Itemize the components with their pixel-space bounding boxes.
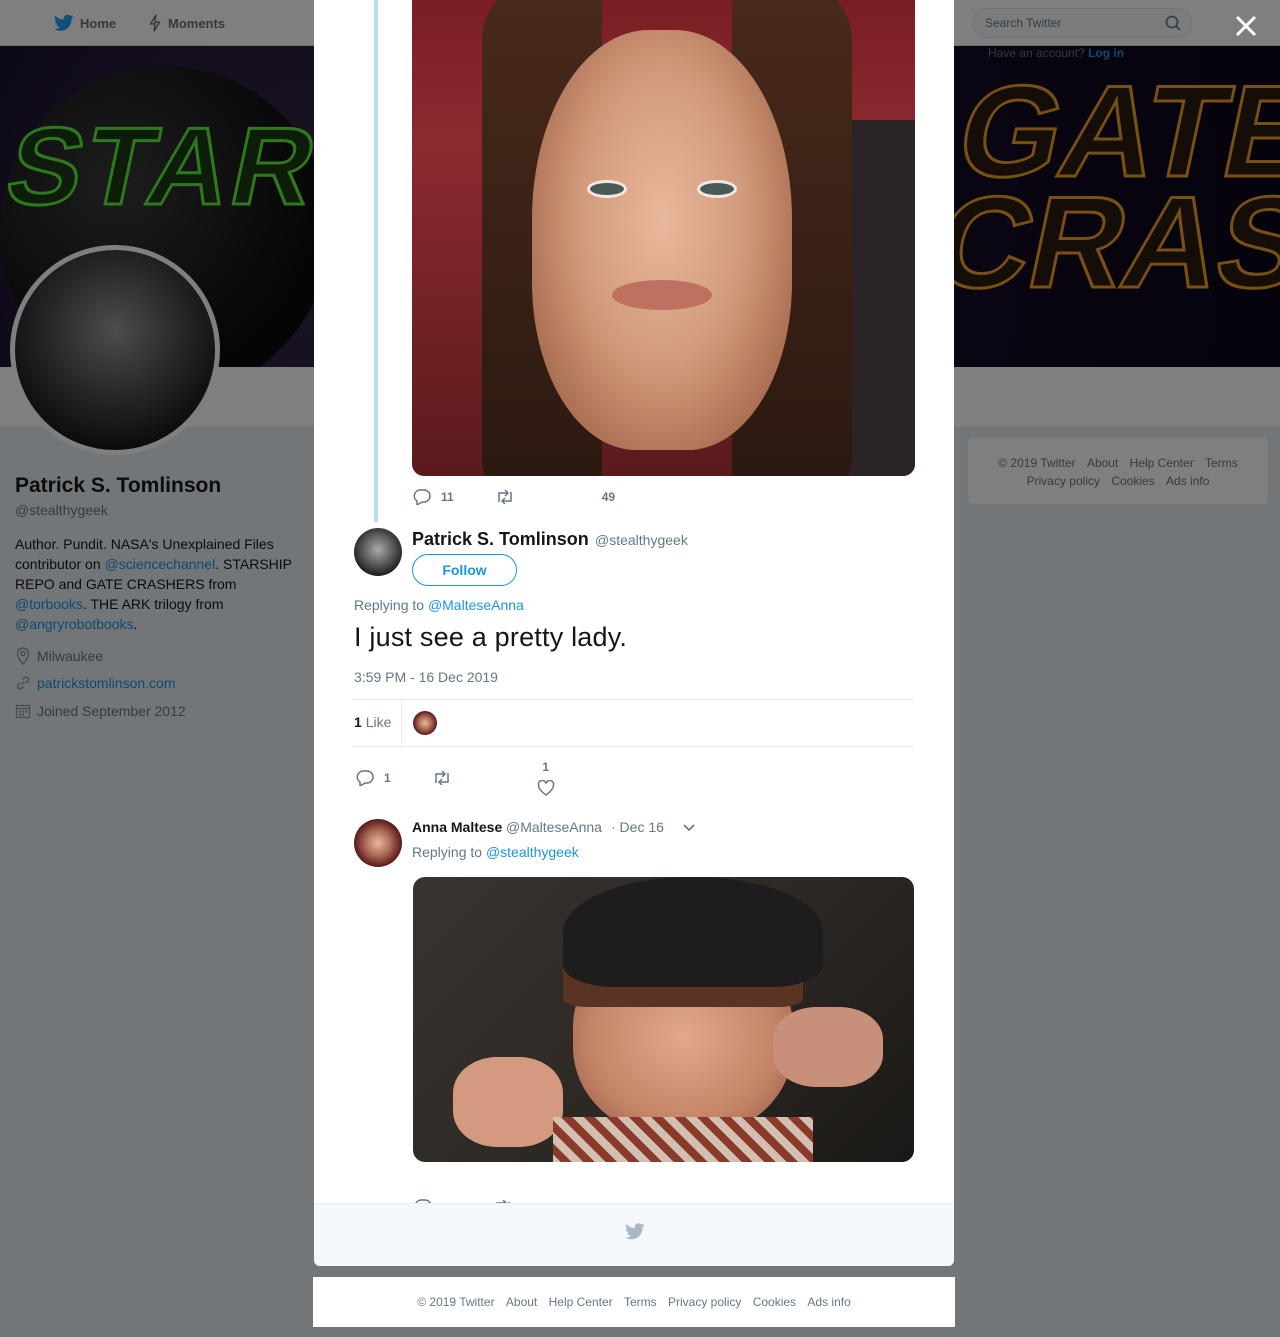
likes-number: 1 bbox=[354, 714, 362, 730]
reply-tweet-gif[interactable] bbox=[413, 877, 914, 1162]
reply-tweet-author-handle[interactable]: @MalteseAnna bbox=[506, 819, 602, 835]
reply-button[interactable]: 11 bbox=[413, 489, 454, 505]
parent-tweet-photo[interactable] bbox=[412, 0, 915, 476]
like-count: 1 bbox=[542, 760, 550, 774]
modal-footer bbox=[314, 1203, 954, 1266]
main-tweet-avatar[interactable] bbox=[354, 528, 402, 576]
replying-to-link[interactable]: @stealthygeek bbox=[486, 844, 579, 860]
like-button[interactable]: 1 bbox=[537, 760, 555, 796]
main-tweet-author-handle[interactable]: @stealthygeek bbox=[595, 532, 688, 548]
footer-help-link[interactable]: Help Center bbox=[549, 1295, 613, 1309]
replying-prefix: Replying to bbox=[412, 844, 483, 860]
thread-line bbox=[374, 0, 378, 522]
main-tweet-text: I just see a pretty lady. bbox=[354, 622, 628, 652]
stats-divider bbox=[401, 700, 402, 746]
main-tweet-timestamp[interactable]: 3:59 PM - 16 Dec 2019 bbox=[354, 669, 498, 685]
likes-label: Like bbox=[365, 714, 392, 730]
footer-about-link[interactable]: About bbox=[506, 1295, 537, 1309]
like-count: 49 bbox=[601, 490, 616, 504]
gif-shirt bbox=[553, 1117, 813, 1162]
likes-stat[interactable]: 1 Like bbox=[354, 714, 391, 730]
footer-copyright: © 2019 Twitter bbox=[417, 1295, 495, 1309]
footer-ads-link[interactable]: Ads info bbox=[807, 1295, 850, 1309]
tweet-stats: 1 Like bbox=[352, 699, 914, 747]
photo-face bbox=[532, 30, 792, 450]
photo-lips bbox=[612, 280, 712, 310]
footer-cookies-link[interactable]: Cookies bbox=[753, 1295, 796, 1309]
reply-tweet-author-name[interactable]: Anna Maltese bbox=[412, 819, 502, 835]
retweet-icon bbox=[497, 490, 512, 504]
footer-terms-link[interactable]: Terms bbox=[624, 1295, 657, 1309]
footer-privacy-link[interactable]: Privacy policy bbox=[668, 1295, 741, 1309]
replying-to-link[interactable]: @MalteseAnna bbox=[428, 597, 524, 613]
reply-tweet-replying: Replying to @stealthygeek bbox=[412, 844, 579, 860]
reply-button[interactable]: 1 bbox=[356, 770, 391, 786]
replying-prefix: Replying to bbox=[354, 597, 425, 613]
follow-button[interactable]: Follow bbox=[412, 554, 517, 586]
parent-tweet-actions: 11 49 bbox=[413, 489, 615, 505]
photo-eye-right bbox=[697, 180, 737, 198]
main-tweet-replying: Replying to @MalteseAnna bbox=[354, 597, 524, 613]
reply-count: 1 bbox=[384, 771, 391, 785]
reply-tweet-date[interactable]: · Dec 16 bbox=[611, 819, 664, 835]
heart-icon bbox=[537, 780, 554, 796]
gif-hand-right bbox=[773, 1007, 883, 1087]
tweet-modal: 11 49 Patrick S. Tomlinson @stealthygeek… bbox=[314, 0, 954, 1266]
photo-eye-left bbox=[587, 180, 627, 198]
twitter-bird-icon bbox=[625, 1223, 645, 1240]
retweet-button[interactable] bbox=[496, 490, 514, 504]
reply-count: 11 bbox=[441, 490, 454, 504]
main-tweet-actions: 1 1 bbox=[356, 760, 555, 796]
liker-avatar[interactable] bbox=[413, 711, 437, 735]
chevron-down-icon[interactable] bbox=[682, 822, 696, 834]
reply-icon bbox=[356, 770, 374, 786]
retweet-icon bbox=[434, 771, 449, 785]
reply-icon bbox=[413, 489, 431, 505]
main-tweet-author-name[interactable]: Patrick S. Tomlinson bbox=[412, 529, 589, 550]
close-icon[interactable] bbox=[1232, 12, 1260, 40]
page-footer: © 2019 Twitter About Help Center Terms P… bbox=[313, 1277, 955, 1327]
like-button[interactable]: 49 bbox=[602, 490, 615, 504]
gif-hat bbox=[563, 877, 823, 987]
reply-tweet-avatar[interactable] bbox=[354, 819, 402, 867]
retweet-button[interactable] bbox=[433, 771, 451, 785]
gif-hand-left bbox=[453, 1057, 563, 1147]
